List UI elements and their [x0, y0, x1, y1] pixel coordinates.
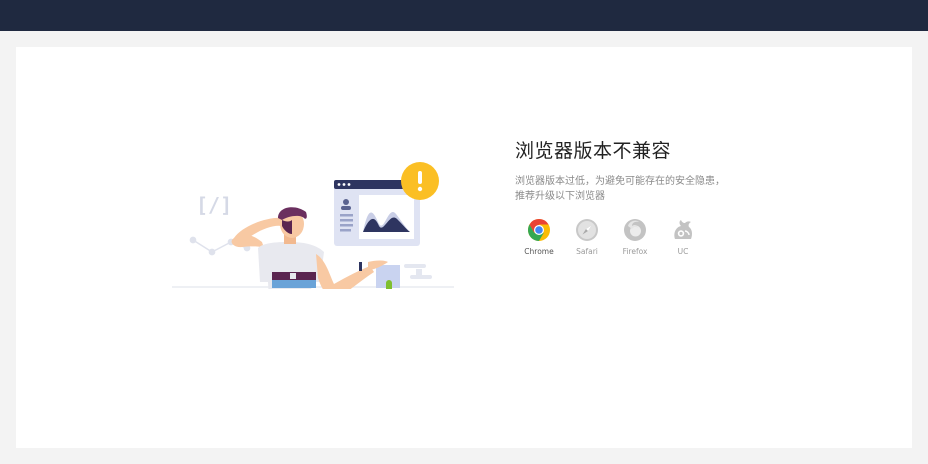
browser-label-uc: UC	[677, 247, 689, 256]
page-title: 浏览器版本不兼容	[515, 140, 672, 162]
browser-item-firefox[interactable]: Firefox	[611, 218, 659, 257]
safari-icon	[576, 219, 598, 241]
incompatible-browser-illustration: [/]	[156, 114, 456, 319]
browser-item-chrome[interactable]: Chrome	[515, 218, 563, 257]
firefox-icon	[624, 219, 646, 241]
description-line-2: 推荐升级以下浏览器	[515, 191, 605, 202]
browser-label-safari: Safari	[576, 247, 598, 256]
browser-label-firefox: Firefox	[622, 247, 648, 256]
browser-label-chrome: Chrome	[524, 247, 554, 256]
description-text: 浏览器版本过低，为避免可能存在的安全隐患， 推荐升级以下浏览器	[515, 174, 745, 204]
browser-item-safari[interactable]: Safari	[563, 218, 611, 257]
description-line-1: 浏览器版本过低，为避免可能存在的安全隐患，	[515, 176, 725, 187]
browser-item-uc[interactable]: UC	[659, 218, 707, 257]
browser-list: Chrome Safari Firefox UC	[515, 218, 815, 257]
potted-plant-graphic	[376, 265, 400, 316]
top-navigation-bar	[0, 0, 928, 31]
uc-icon	[674, 220, 693, 239]
incompatible-info-panel: 浏览器版本不兼容 浏览器版本过低，为避免可能存在的安全隐患， 推荐升级以下浏览器…	[515, 138, 815, 257]
warning-badge-icon	[401, 162, 439, 200]
code-glyph-icon: [/]	[196, 193, 232, 217]
floating-blocks-decoration	[404, 264, 432, 279]
chrome-icon	[528, 219, 550, 241]
